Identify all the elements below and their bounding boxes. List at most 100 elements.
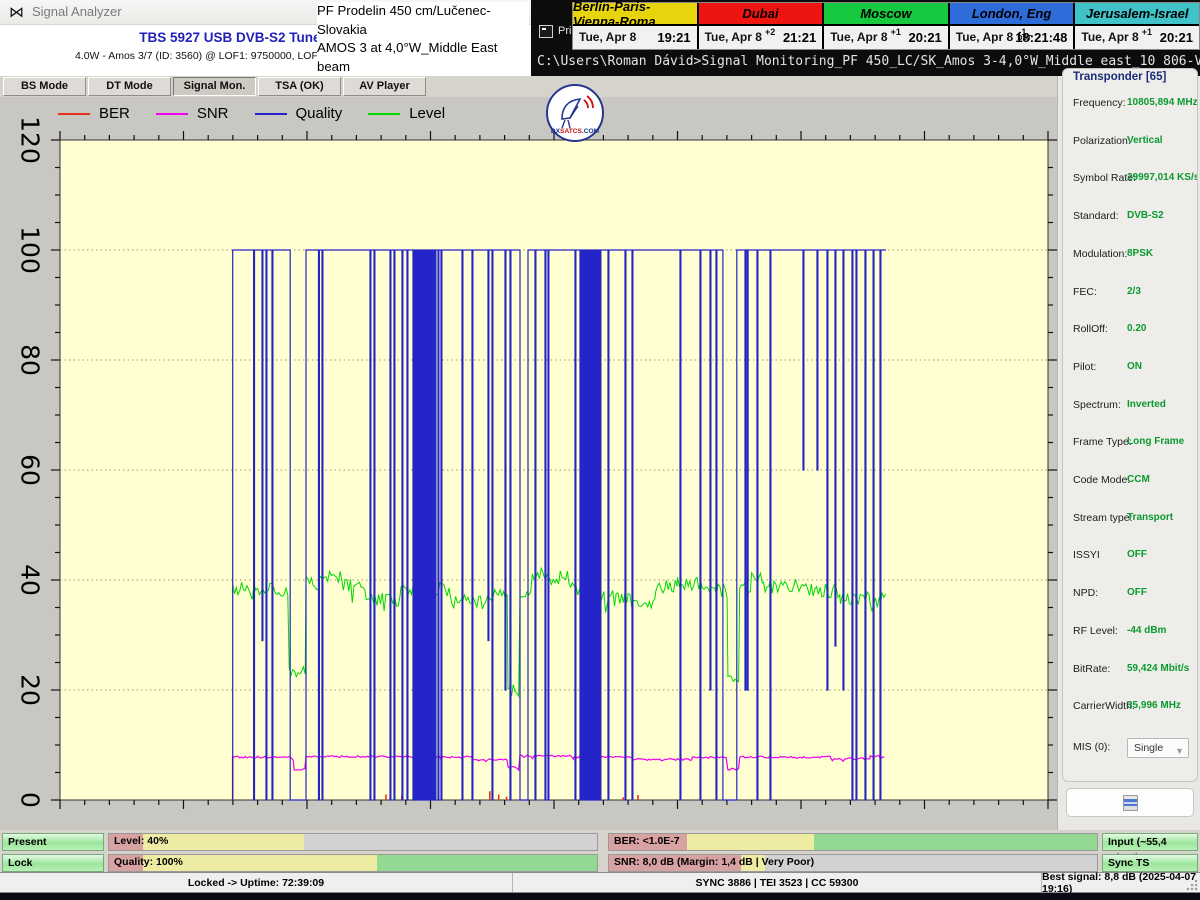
world-clocks-panel: Berlin-Paris-Vienna-RomaTue, Apr 819:21D…	[572, 2, 1200, 50]
clock-body: Tue, Apr 819:21	[573, 26, 697, 49]
clock-city-label: London, Eng	[950, 3, 1074, 26]
param-value-stream-type: Transport	[1127, 512, 1173, 523]
param-label-frequency: Frequency:	[1073, 97, 1126, 109]
legend-item-quality: Quality	[255, 105, 343, 122]
list-icon	[1123, 795, 1138, 811]
clock-date: Tue, Apr 8	[705, 30, 762, 44]
param-value-carrierwidth: 35,996 MHz	[1127, 700, 1181, 711]
tab-bs-mode[interactable]: BS Mode	[3, 77, 86, 96]
tab-av-player[interactable]: AV Player	[343, 77, 426, 96]
param-label-stream-type: Stream type:	[1073, 512, 1133, 524]
svg-text:80: 80	[16, 344, 45, 376]
param-value-frequency: 10805,894 MHz	[1127, 97, 1198, 108]
clock-time: 20:21	[909, 30, 942, 45]
tab-signal-mon[interactable]: Signal Mon.	[173, 77, 256, 96]
legend-item-snr: SNR	[156, 105, 229, 122]
clock-london-eng: London, EngTue, Apr 8-1DST18:21:48	[950, 3, 1076, 49]
status-row-2: LockQuality: 100%SNR: 8,0 dB (Margin: 1,…	[0, 854, 1200, 873]
bar-segment	[687, 834, 814, 850]
dxsatcs-logo: DXSATCS.COM	[546, 84, 604, 142]
chart-legend: BERSNRQualityLevel	[58, 105, 445, 122]
param-label-rolloff: RollOff:	[1073, 323, 1108, 335]
command-prompt-icon	[539, 25, 553, 38]
param-label-frame-type: Frame Type:	[1073, 436, 1132, 448]
progress-bar-quality: Quality: 100%	[108, 854, 598, 872]
svg-text:20: 20	[16, 674, 45, 706]
clock-time: 21:21	[783, 30, 816, 45]
transponder-sidebar: Transponder [65] Frequency:10805,894 MHz…	[1057, 76, 1200, 830]
svg-text:0: 0	[16, 792, 45, 808]
clock-berlin-paris-vienna-roma: Berlin-Paris-Vienna-RomaTue, Apr 819:21	[573, 3, 699, 49]
svg-text:100: 100	[16, 226, 45, 274]
window-title: Signal Analyzer	[32, 4, 122, 19]
param-value-issyi: OFF	[1127, 549, 1147, 560]
legend-label: SNR	[197, 105, 229, 122]
param-value-spectrum: Inverted	[1127, 399, 1166, 410]
status-badge-present: Present	[2, 833, 104, 851]
legend-item-ber: BER	[58, 105, 130, 122]
clock-jerusalem-israel: Jerusalem-IsraelTue, Apr 8+120:21	[1075, 3, 1199, 49]
progress-bar-ber: BER: <1.0E-7	[608, 833, 1098, 851]
status-badge-sync-ts: Sync TS	[1102, 854, 1198, 872]
transponder-group-title: Transponder [65]	[1073, 71, 1166, 83]
mis-dropdown[interactable]: Single▼	[1127, 738, 1189, 758]
signal-chart: 020406080100120	[0, 97, 1057, 830]
clock-moscow: MoscowTue, Apr 8+120:21	[824, 3, 950, 49]
bar-segment	[814, 834, 1097, 850]
command-prompt-line[interactable]: C:\Users\Roman Dávid>Signal Monitoring_P…	[537, 54, 1197, 69]
status-bar: Locked -> Uptime: 72:39:09 SYNC 3886 | T…	[0, 872, 1200, 893]
clock-time: 18:21:48	[1015, 30, 1067, 45]
clock-body: Tue, Apr 8+120:21	[824, 26, 948, 49]
tab-dt-mode[interactable]: DT Mode	[88, 77, 171, 96]
param-value-symbol-rate: 29997,014 KS/s	[1127, 172, 1198, 183]
statusbar-sync-counters: SYNC 3886 | TEI 3523 | CC 59300	[513, 873, 1042, 892]
clock-body: Tue, Apr 8+2 21:21	[699, 26, 823, 49]
app-icon: ⋈	[9, 3, 24, 21]
plot-area	[60, 140, 1048, 800]
signal-analyzer-app: ⋈ Signal Analyzer TBS 5927 USB DVB-S2 Tu…	[0, 0, 1200, 900]
param-value-bitrate: 59,424 Mbit/s	[1127, 663, 1189, 674]
bar-label: Level: 40%	[114, 835, 168, 847]
progress-bar-level: Level: 40%	[108, 833, 598, 851]
legend-label: Quality	[296, 105, 343, 122]
param-label-rf-level: RF Level:	[1073, 625, 1118, 637]
param-label-mis: MIS (0):	[1073, 741, 1110, 753]
legend-swatch-snr	[156, 113, 188, 115]
clock-date: Tue, Apr 8	[956, 30, 1013, 44]
param-label-issyi: ISSYI	[1073, 549, 1100, 561]
header-line-1: PF Prodelin 450 cm/Lučenec-Slovakia	[317, 2, 529, 39]
legend-swatch-ber	[58, 113, 90, 115]
param-label-fec: FEC:	[1073, 286, 1097, 298]
param-label-standard: Standard:	[1073, 210, 1119, 222]
param-label-polarization: Polarization:	[1073, 135, 1131, 147]
legend-swatch-level	[368, 113, 400, 115]
param-label-carrierwidth: CarrierWidth:	[1073, 700, 1135, 712]
transponder-group: Transponder [65] Frequency:10805,894 MHz…	[1062, 68, 1198, 782]
signal-chart-widget: 020406080100120 BERSNRQualityLevel DXSAT…	[0, 97, 1057, 830]
clock-time: 20:21	[1160, 30, 1193, 45]
bar-segment	[765, 855, 1097, 871]
status-badge-lock: Lock	[2, 854, 104, 872]
clock-city-label: Moscow	[824, 3, 948, 26]
clock-body: Tue, Apr 8+120:21	[1075, 26, 1199, 49]
param-label-modulation: Modulation:	[1073, 248, 1127, 260]
param-value-modulation: 8PSK	[1127, 248, 1153, 259]
param-value-rolloff: 0.20	[1127, 323, 1146, 334]
tab-tsa-ok[interactable]: TSA (OK)	[258, 77, 341, 96]
param-label-pilot: Pilot:	[1073, 361, 1096, 373]
param-value-npd: OFF	[1127, 587, 1147, 598]
dxsatcs-logo-art: DXSATCS.COM	[548, 86, 602, 140]
param-value-rf-level: -44 dBm	[1127, 625, 1166, 636]
command-prompt-title: Pri	[558, 25, 571, 37]
bar-segment	[304, 834, 597, 850]
param-label-npd: NPD:	[1073, 587, 1098, 599]
clock-utc-offset: +2	[765, 27, 775, 37]
resize-grip[interactable]	[1186, 879, 1198, 891]
header-line-2: AMOS 3 at 4,0°W_Middle East beam	[317, 39, 529, 76]
clock-city-label: Berlin-Paris-Vienna-Roma	[573, 3, 697, 26]
param-value-code-mode: CCM	[1127, 474, 1150, 485]
param-label-code-mode: Code Mode:	[1073, 474, 1130, 486]
transponder-list-button[interactable]	[1066, 788, 1194, 817]
param-value-frame-type: Long Frame	[1127, 436, 1184, 447]
clock-utc-offset: +1	[1142, 27, 1152, 37]
